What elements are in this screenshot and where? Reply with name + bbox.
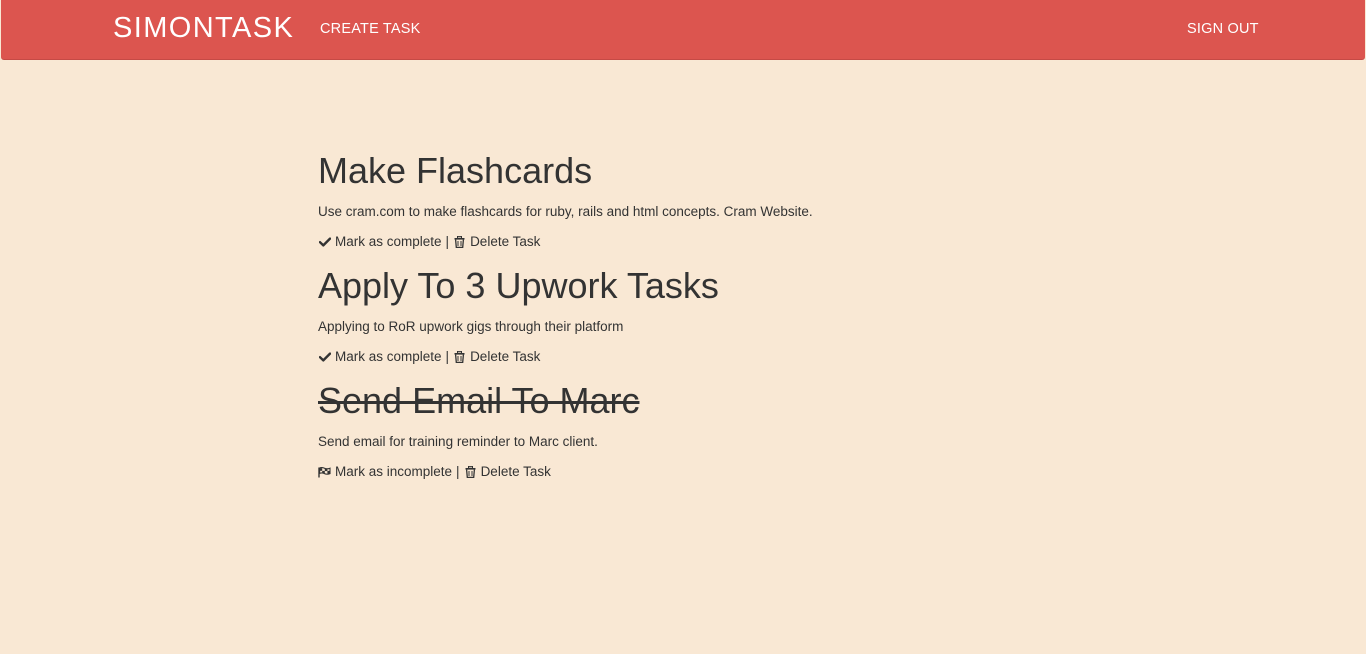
task-description: Use cram.com to make flashcards for ruby… [318, 204, 813, 219]
delete-task-label: Delete Task [480, 464, 551, 479]
action-separator: | [456, 464, 460, 479]
check-icon [318, 235, 331, 249]
create-task-link[interactable]: CREATE TASK [320, 21, 421, 37]
task-item: Apply To 3 Upwork Tasks Applying to RoR … [318, 265, 1078, 366]
mark-incomplete-button[interactable]: Mark as incomplete [318, 463, 452, 481]
delete-task-button[interactable]: Delete Task [464, 463, 551, 481]
task-description: Applying to RoR upwork gigs through thei… [318, 319, 624, 334]
task-item: Make Flashcards Use cram.com to make fla… [318, 150, 1078, 251]
mark-complete-label: Mark as complete [335, 234, 442, 249]
task-actions: Mark as complete | Delete Task [318, 233, 1078, 251]
trash-icon [453, 350, 466, 364]
mark-complete-button[interactable]: Mark as complete [318, 233, 442, 251]
delete-task-button[interactable]: Delete Task [453, 348, 540, 366]
sign-out-link[interactable]: SIGN OUT [1187, 21, 1259, 37]
task-item: Send Email To Marc Send email for traini… [318, 380, 1078, 481]
action-separator: | [445, 234, 450, 249]
task-title: Make Flashcards [318, 150, 593, 191]
mark-incomplete-label: Mark as incomplete [335, 464, 453, 479]
task-actions: Mark as complete | Delete Task [318, 348, 1078, 366]
brand-logo-link[interactable]: SIMONTASK [113, 12, 294, 45]
flag-icon [318, 465, 331, 479]
delete-task-label: Delete Task [470, 234, 541, 249]
trash-icon [464, 465, 477, 479]
task-list: Make Flashcards Use cram.com to make fla… [318, 150, 1078, 481]
mark-complete-button[interactable]: Mark as complete [318, 348, 442, 366]
delete-task-button[interactable]: Delete Task [453, 233, 540, 251]
task-actions: Mark as incomplete | Delete Task [318, 463, 1078, 481]
mark-complete-label: Mark as complete [335, 349, 442, 364]
task-description: Send email for training reminder to Marc… [318, 434, 598, 449]
action-separator: | [445, 349, 450, 364]
check-icon [318, 350, 331, 364]
task-title: Apply To 3 Upwork Tasks [318, 265, 719, 306]
top-navbar: SIMONTASK CREATE TASK SIGN OUT [1, 0, 1365, 60]
delete-task-label: Delete Task [470, 349, 541, 364]
trash-icon [453, 235, 466, 249]
task-title: Send Email To Marc [318, 380, 640, 421]
